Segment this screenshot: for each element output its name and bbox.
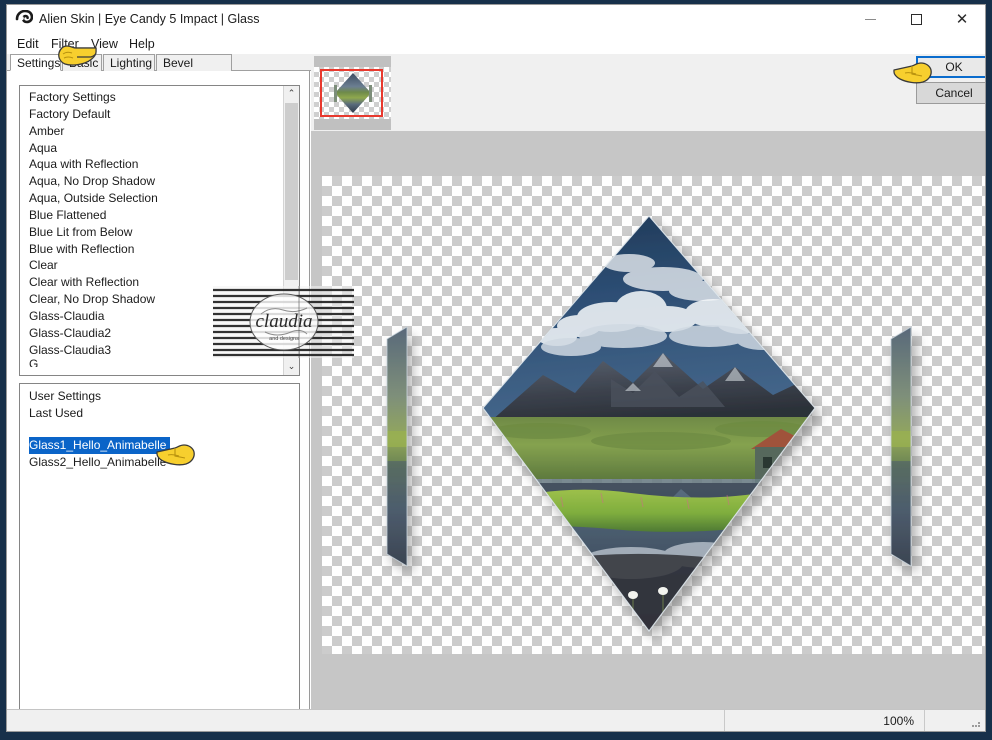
factory-settings-list[interactable]: Factory Settings Factory Default Amber A…	[19, 85, 300, 376]
settings-panel: Factory Settings Factory Default Amber A…	[7, 71, 310, 731]
list-item[interactable]: Glass-Claudia3	[20, 342, 285, 359]
scroll-down-icon[interactable]: ⌄	[284, 359, 299, 375]
maximize-icon	[910, 14, 922, 25]
scrollbar-thumb[interactable]	[285, 103, 298, 280]
screen-root: Alien Skin | Eye Candy 5 Impact | Glass …	[0, 0, 992, 740]
list-item[interactable]: Glass2_Hello_Animabelle	[20, 454, 299, 471]
cancel-button[interactable]: Cancel	[916, 82, 985, 104]
tab-basic[interactable]: Basic	[62, 54, 102, 71]
menu-item-help[interactable]: Help	[127, 37, 157, 51]
ok-button[interactable]: OK	[916, 56, 985, 78]
glass-diamond-preview-image	[386, 215, 912, 633]
list-item[interactable]: Blue with Reflection	[20, 241, 285, 258]
factory-settings-items: Factory Settings Factory Default Amber A…	[20, 86, 285, 375]
close-button[interactable]: ✕	[939, 5, 985, 34]
list-item[interactable]: Glass-Claudia	[20, 308, 285, 325]
tab-bevel-profile[interactable]: Bevel Profile	[156, 54, 232, 85]
list-item[interactable]: Clear	[20, 257, 285, 274]
close-icon: ✕	[955, 10, 969, 28]
list-item-selected[interactable]: Glass1_Hello_Animabelle	[29, 436, 171, 454]
tab-lighting[interactable]: Lighting	[103, 54, 155, 71]
navigator-viewport-rect[interactable]	[320, 69, 383, 117]
user-preset-row-1[interactable]: Glass1_Hello_Animabelle	[20, 436, 299, 454]
list-item[interactable]: Blue Flattened	[20, 207, 285, 224]
window-title: Alien Skin | Eye Candy 5 Impact | Glass	[39, 12, 260, 26]
factory-settings-header: Factory Settings	[29, 90, 116, 104]
menu-item-view[interactable]: View	[89, 37, 120, 51]
maximize-button[interactable]	[893, 5, 939, 34]
list-item-partial[interactable]: G	[20, 359, 285, 367]
list-item[interactable]: Clear with Reflection	[20, 274, 285, 291]
user-settings-header: User Settings	[29, 389, 102, 403]
factory-list-scrollbar[interactable]: ⌃ ⌄	[283, 86, 299, 375]
status-bar: 100%	[7, 709, 985, 731]
list-item[interactable]: Blue Lit from Below	[20, 224, 285, 241]
tab-settings[interactable]: Settings	[10, 54, 61, 71]
preview-canvas[interactable]	[311, 131, 985, 711]
status-message	[7, 710, 725, 731]
title-bar: Alien Skin | Eye Candy 5 Impact | Glass …	[7, 5, 985, 35]
menu-bar: Edit Filter View Help	[7, 35, 985, 54]
user-settings-list[interactable]: User Settings Last Used Glass1_Hello_Ani…	[19, 383, 300, 731]
minimize-button[interactable]	[847, 5, 893, 34]
navigator-thumbnail[interactable]	[314, 56, 391, 130]
zoom-level-indicator: 100%	[725, 710, 925, 731]
app-logo-icon	[15, 9, 34, 28]
list-item[interactable]: Glass-Claudia2	[20, 325, 285, 342]
application-window: Alien Skin | Eye Candy 5 Impact | Glass …	[6, 4, 986, 732]
user-settings-items: User Settings Last Used Glass1_Hello_Ani…	[20, 384, 299, 470]
preview-area: Preview Background: None ⌄ OK Cancel	[311, 54, 985, 711]
list-item[interactable]: Factory Default	[20, 106, 285, 123]
list-item[interactable]: Aqua	[20, 140, 285, 157]
minimize-icon	[864, 19, 876, 20]
list-item[interactable]: Aqua, No Drop Shadow	[20, 173, 285, 190]
list-item[interactable]: Amber	[20, 123, 285, 140]
menu-item-edit[interactable]: Edit	[15, 37, 41, 51]
resize-grip-icon[interactable]	[970, 717, 982, 729]
list-item[interactable]: Clear, No Drop Shadow	[20, 291, 285, 308]
menu-item-filter[interactable]: Filter	[49, 37, 81, 51]
list-item[interactable]: Aqua, Outside Selection	[20, 190, 285, 207]
user-settings-last-used[interactable]: Last Used	[20, 405, 299, 422]
scroll-up-icon[interactable]: ⌃	[284, 86, 299, 102]
list-item[interactable]: Aqua with Reflection	[20, 156, 285, 173]
